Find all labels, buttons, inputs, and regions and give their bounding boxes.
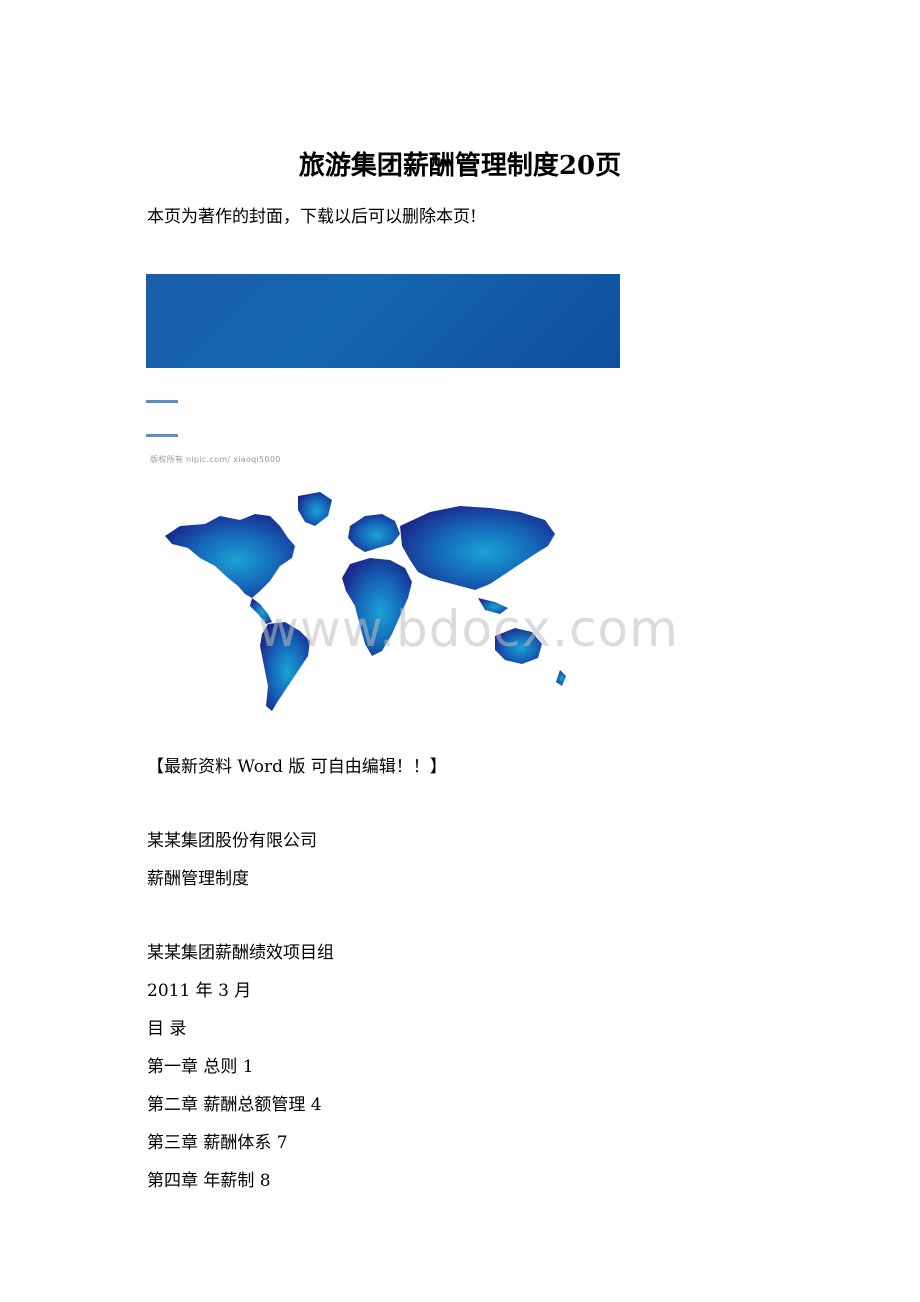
toc-item: 第四章 年薪制 8 bbox=[147, 1171, 271, 1191]
north-america-shape bbox=[165, 514, 295, 598]
toc-item: 第一章 总则 1 bbox=[147, 1057, 254, 1077]
edit-note: 【最新资料 Word 版 可自由编辑！！】 bbox=[147, 757, 447, 777]
divider-dash bbox=[146, 434, 178, 437]
europe-shape bbox=[348, 514, 400, 552]
image-caption: 版权所有 nipic.com/ xiaoqi5000 bbox=[150, 455, 281, 464]
document-date: 2011 年 3 月 bbox=[147, 981, 252, 1001]
company-name: 某某集团股份有限公司 bbox=[147, 831, 317, 851]
greenland-shape bbox=[298, 492, 332, 526]
new-zealand-shape bbox=[556, 670, 566, 686]
toc-item: 第二章 薪酬总额管理 4 bbox=[147, 1095, 322, 1115]
toc-heading: 目 录 bbox=[147, 1019, 187, 1039]
toc-item: 第三章 薪酬体系 7 bbox=[147, 1133, 288, 1153]
cover-banner bbox=[146, 274, 620, 368]
document-subtitle: 薪酬管理制度 bbox=[147, 869, 249, 889]
cover-note: 本页为著作的封面，下载以后可以删除本页! bbox=[147, 207, 477, 227]
project-group: 某某集团薪酬绩效项目组 bbox=[147, 943, 334, 963]
document-title: 旅游集团薪酬管理制度20页 bbox=[298, 151, 622, 181]
watermark: www.bdocx.com bbox=[258, 600, 679, 658]
asia-shape bbox=[400, 506, 555, 590]
divider-dash bbox=[146, 400, 178, 403]
